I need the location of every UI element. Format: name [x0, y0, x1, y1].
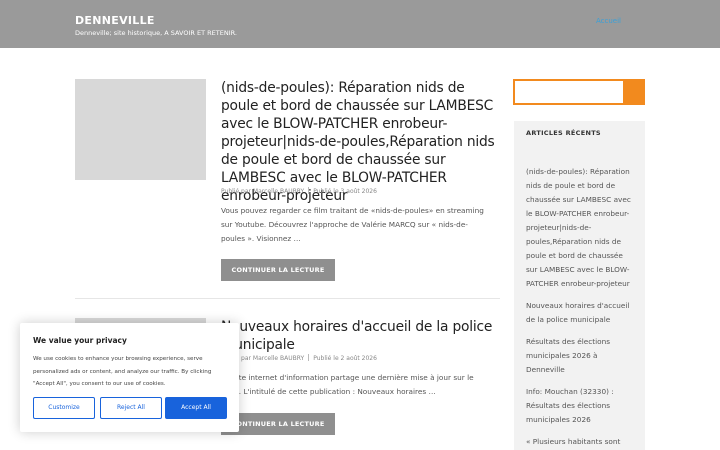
post-meta: Publié par Marcelle BAUBRY Publié le 2 ao… [221, 354, 377, 362]
post-excerpt: Ce site internet d'information partage u… [221, 373, 474, 396]
recent-post-link[interactable]: (nids-de-poules): Réparation nids de pou… [526, 165, 635, 291]
cookie-customize-button[interactable]: Customize [33, 397, 95, 419]
cookie-text: We use cookies to enhance your browsing … [33, 356, 212, 387]
meta-separator [308, 187, 310, 194]
cookie-reject-button[interactable]: Reject All [100, 397, 162, 419]
site-description: Denneville; site historique, A SAVOIR ET… [75, 29, 237, 37]
post-meta: Publié par Marcelle BAUBRY Publié le 3 ao… [221, 187, 377, 195]
recent-posts-list: (nids-de-poules): Réparation nids de pou… [514, 145, 645, 450]
post-author[interactable]: Publié par Marcelle BAUBRY [221, 188, 304, 195]
post-date[interactable]: Publié le 3 août 2026 [313, 188, 377, 195]
recent-post-link[interactable]: Résultats des élections municipales 2026… [526, 335, 635, 377]
post-card: (nids-de-poules): Réparation nids de pou… [75, 79, 500, 289]
recent-post-link[interactable]: Nouveaux horaires d'accueil de la police… [526, 299, 635, 327]
cookie-title: We value your privacy [33, 336, 127, 345]
recent-posts-title: ARTICLES RÉCENTS [514, 121, 645, 145]
post-thumbnail[interactable] [75, 79, 206, 180]
post-excerpt: Vous pouvez regarder ce film traitant de… [221, 206, 484, 243]
post-date[interactable]: Publié le 2 août 2026 [313, 355, 377, 362]
continue-reading-button[interactable]: CONTINUER LA LECTURE [221, 259, 335, 281]
recent-post-link[interactable]: Info: Mouchan (32330) : Résultats des él… [526, 385, 635, 427]
cookie-consent-banner: We value your privacy We use cookies to … [20, 323, 239, 432]
site-title[interactable]: DENNEVILLE [75, 14, 155, 27]
post-divider [75, 298, 500, 299]
meta-separator [308, 354, 310, 361]
site-header: DENNEVILLE Denneville; site historique, … [0, 0, 720, 48]
menu-link-home[interactable]: Accueil [596, 17, 621, 25]
cookie-accept-button[interactable]: Accept All [165, 397, 227, 419]
recent-post-link[interactable]: « Plusieurs habitants sont [526, 435, 635, 449]
search-button[interactable] [623, 79, 645, 105]
post-title[interactable]: Nouveaux horaires d'accueil de la police… [221, 318, 501, 354]
search-input[interactable] [513, 79, 623, 105]
